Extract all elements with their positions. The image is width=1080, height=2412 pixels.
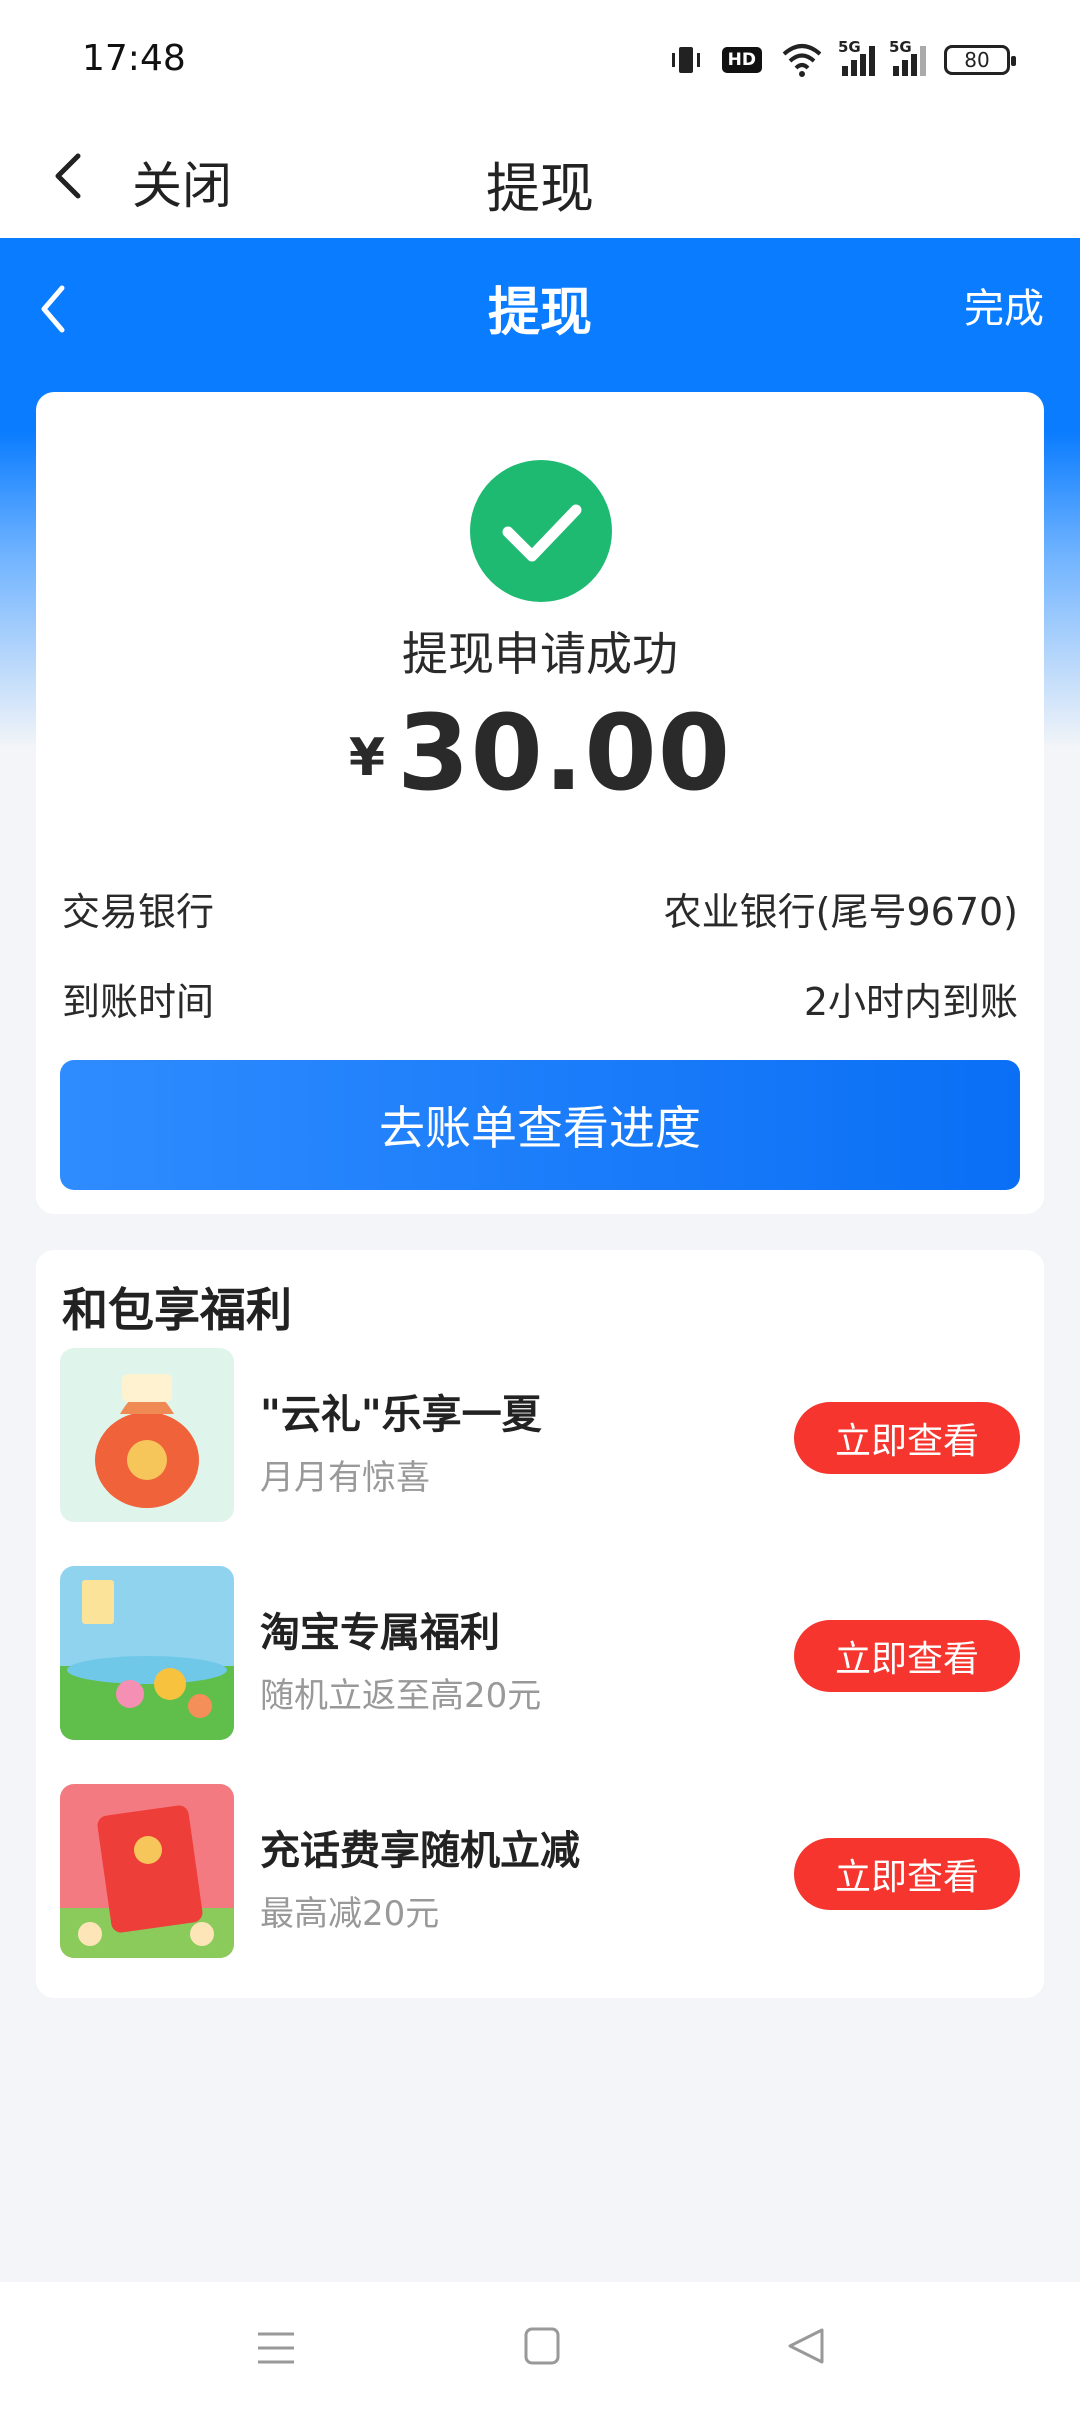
battery-icon: 80 xyxy=(944,45,1016,75)
benefit-subtitle: 随机立返至高20元 xyxy=(260,1676,542,1716)
currency-symbol: ¥ xyxy=(348,728,386,788)
hd-voice-icon: HD xyxy=(721,47,762,73)
red-packet-thumbnail xyxy=(60,1784,234,1958)
home-square-icon[interactable] xyxy=(524,2326,560,2366)
status-bar: 17:48 HD 5G 5G 80 xyxy=(0,0,1080,118)
system-nav-bar xyxy=(0,2282,1080,2412)
benefits-title: 和包享福利 xyxy=(62,1283,292,1337)
view-now-button[interactable]: 立即查看 xyxy=(794,1838,1020,1910)
benefit-subtitle: 最高减20元 xyxy=(260,1894,440,1934)
inner-nav: 提现 完成 xyxy=(0,238,1080,388)
bank-label: 交易银行 xyxy=(62,889,215,934)
benefit-subtitle: 月月有惊喜 xyxy=(260,1458,430,1498)
bank-row: 交易银行 农业银行(尾号9670) xyxy=(62,878,1018,938)
benefits-card: 和包享福利 "云礼"乐享一夏 月月有惊喜 立即查看 淘宝专属福利 随机立返至高2… xyxy=(36,1250,1044,1998)
benefit-name: 充话费享随机立减 xyxy=(260,1828,580,1874)
status-time: 17:48 xyxy=(82,38,186,79)
bank-value: 农业银行(尾号9670) xyxy=(663,889,1018,934)
arrival-time-label: 到账时间 xyxy=(62,979,215,1024)
top-header: 提现 关闭 xyxy=(0,118,1080,238)
battery-level: 80 xyxy=(964,48,990,72)
inner-title: 提现 xyxy=(487,283,592,343)
view-now-button[interactable]: 立即查看 xyxy=(794,1402,1020,1474)
close-button[interactable]: 关闭 xyxy=(132,146,232,218)
benefit-name: "云礼"乐享一夏 xyxy=(260,1392,542,1438)
success-message: 提现申请成功 xyxy=(402,627,678,681)
vibrate-icon xyxy=(671,47,700,73)
menu-icon[interactable] xyxy=(256,2328,296,2368)
benefit-name: 淘宝专属福利 xyxy=(260,1610,500,1656)
signal-icon-1: 5G xyxy=(838,38,875,76)
benefit-item[interactable]: 充话费享随机立减 最高减20元 立即查看 xyxy=(60,1784,1020,1958)
view-progress-button[interactable]: 去账单查看进度 xyxy=(60,1060,1020,1190)
arrival-time-row: 到账时间 2小时内到账 xyxy=(62,968,1018,1028)
lucky-bag-thumbnail xyxy=(60,1348,234,1522)
signal-icon-2: 5G xyxy=(889,38,926,76)
arrival-time-value: 2小时内到账 xyxy=(803,979,1018,1024)
done-button[interactable]: 完成 xyxy=(964,276,1044,334)
back-triangle-icon[interactable] xyxy=(786,2326,826,2366)
view-now-button[interactable]: 立即查看 xyxy=(794,1620,1020,1692)
wifi-icon xyxy=(782,44,822,77)
status-icons: HD 5G 5G 80 xyxy=(668,38,1016,80)
taobao-thumbnail xyxy=(60,1566,234,1740)
amount-value: 30.00 xyxy=(397,692,732,814)
withdraw-amount: ¥30.00 xyxy=(36,692,1044,814)
benefit-item[interactable]: "云礼"乐享一夏 月月有惊喜 立即查看 xyxy=(60,1348,1020,1522)
benefit-item[interactable]: 淘宝专属福利 随机立返至高20元 立即查看 xyxy=(60,1566,1020,1740)
success-check-icon xyxy=(470,460,612,602)
result-card: 提现申请成功 ¥30.00 交易银行 农业银行(尾号9670) 到账时间 2小时… xyxy=(36,392,1044,1214)
